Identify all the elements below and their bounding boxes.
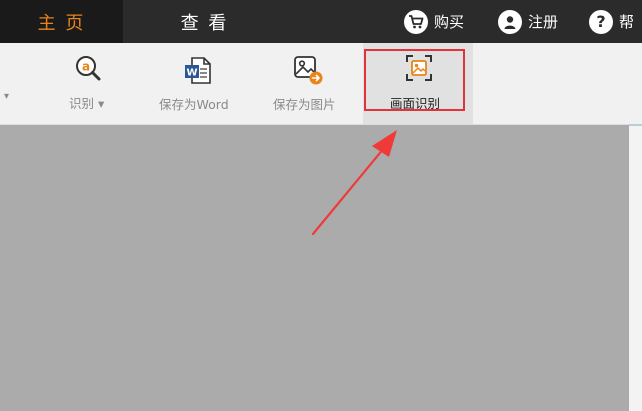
arrow-head-icon [372, 130, 397, 157]
annotation-arrow [311, 130, 397, 236]
